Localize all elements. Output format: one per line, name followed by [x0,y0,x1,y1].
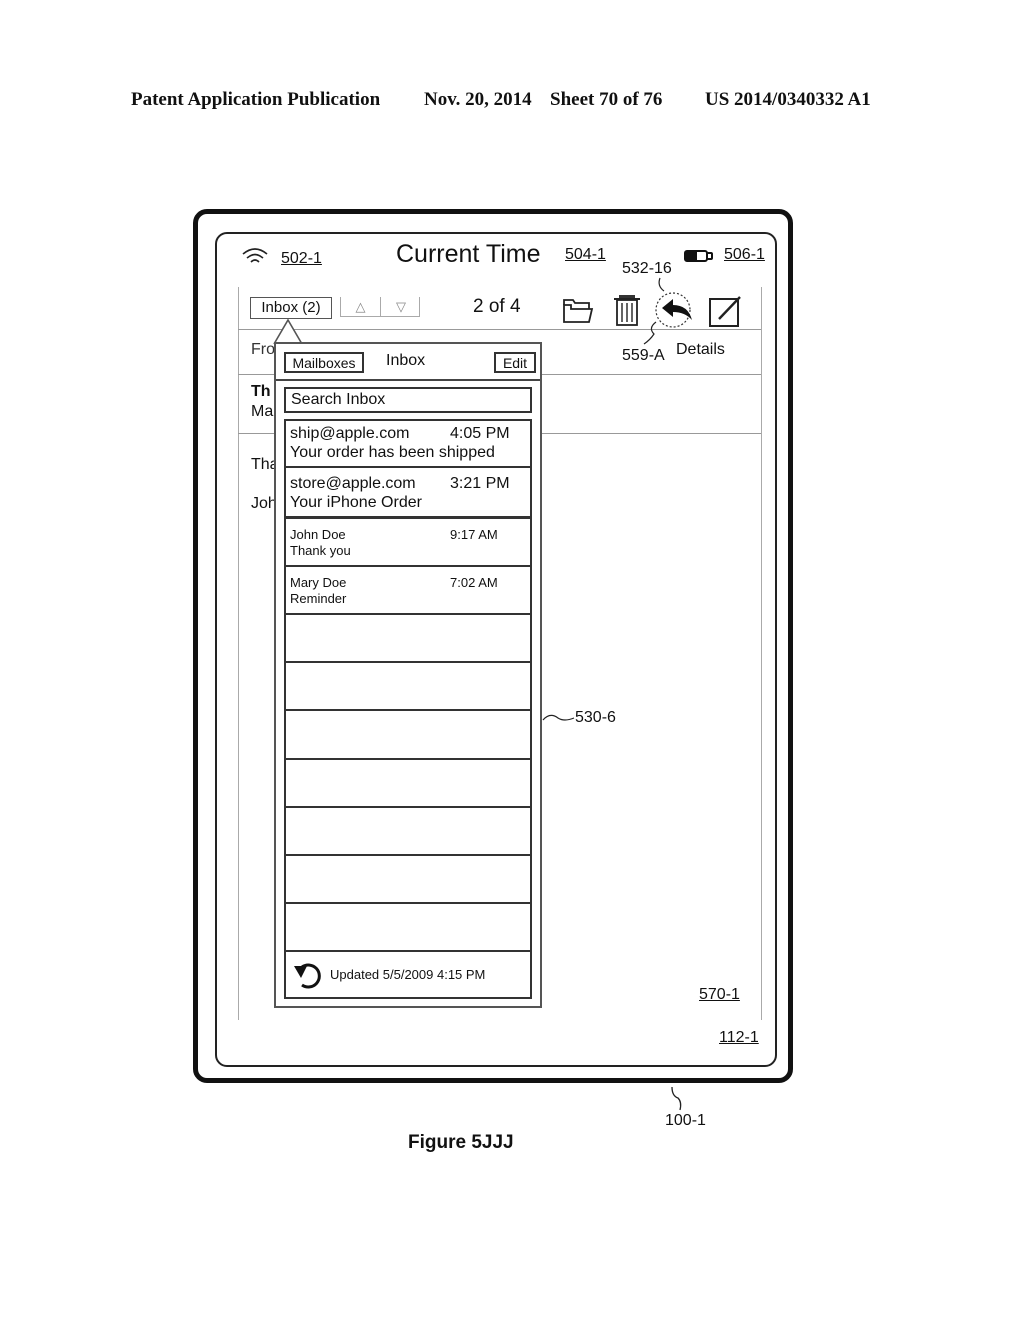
email-sender: store@apple.com [290,475,416,492]
search-placeholder: Search Inbox [291,391,386,408]
email-subject: Your order has been shipped [290,444,495,461]
contact-ref-label: 559-A [622,347,665,364]
email-row[interactable]: John Doe 9:17 AM Thank you [284,517,532,567]
email-subject: Your iPhone Order [290,494,422,511]
email-sender: John Doe [290,527,346,542]
signature-fragment: Joh [251,495,277,512]
empty-list-row [284,758,532,808]
sheet-number: Sheet 70 of 76 [550,89,663,110]
popover-title: Inbox [386,352,426,369]
email-time: 9:17 AM [450,527,498,542]
inbox-button[interactable]: Inbox (2) [250,297,332,319]
email-row[interactable]: ship@apple.com 4:05 PM Your order has be… [284,419,532,468]
empty-list-row [284,661,532,711]
folder-icon[interactable] [561,295,595,325]
email-time: 4:05 PM [450,425,510,442]
callout-leaders [643,277,665,345]
popover-header-divider [276,379,540,381]
device-ref-label: 100-1 [665,1112,706,1129]
battery-ref-label: 506-1 [724,246,765,263]
email-time: 7:02 AM [450,575,498,590]
email-sender: ship@apple.com [290,425,410,442]
current-time: Current Time [396,240,541,268]
app-right-edge [761,287,762,1020]
nav-arrows: △ ▽ [340,297,420,317]
updated-status-bar: Updated 5/5/2009 4:15 PM [284,950,532,999]
email-time: 3:21 PM [450,475,510,492]
wifi-ref-label: 502-1 [281,250,322,267]
empty-list-row [284,854,532,904]
email-row[interactable]: store@apple.com 3:21 PM Your iPhone Orde… [284,466,532,518]
details-link[interactable]: Details [676,341,725,359]
app-left-edge [238,287,239,1020]
wifi-icon [242,248,268,263]
popover-leader [542,714,575,721]
empty-list-row [284,613,532,663]
email-subject: Reminder [290,591,347,606]
patent-number: US 2014/0340332 A1 [705,89,871,110]
empty-list-row [284,709,532,760]
trash-icon[interactable] [611,293,643,327]
search-inbox-field[interactable]: Search Inbox [284,387,532,413]
time-ref-label: 504-1 [565,246,606,263]
subject-fragment: Th [251,383,271,400]
publication-date: Nov. 20, 2014 [424,89,532,110]
message-pane-ref-label: 570-1 [699,986,740,1003]
compose-icon[interactable] [708,294,744,328]
empty-list-row [284,806,532,856]
email-row[interactable]: Mary Doe 7:02 AM Reminder [284,565,532,615]
screen-ref-label: 112-1 [719,1029,759,1046]
figure-caption: Figure 5JJJ [408,1132,514,1153]
message-position: 2 of 4 [473,296,521,317]
empty-list-row [284,902,532,952]
updated-timestamp: Updated 5/5/2009 4:15 PM [330,967,486,982]
edit-button[interactable]: Edit [494,352,536,373]
mailboxes-button[interactable]: Mailboxes [284,352,364,373]
email-subject: Thank you [290,543,351,558]
battery-icon [684,250,713,262]
sender-fragment: Ma [251,403,274,420]
popover-ref-label: 530-6 [575,709,616,726]
previous-message-button[interactable]: △ [341,297,381,317]
publication-label: Patent Application Publication [131,89,381,110]
device-leader [671,1086,682,1111]
next-message-button[interactable]: ▽ [381,297,421,317]
refresh-icon[interactable] [292,960,324,990]
email-sender: Mary Doe [290,575,347,590]
